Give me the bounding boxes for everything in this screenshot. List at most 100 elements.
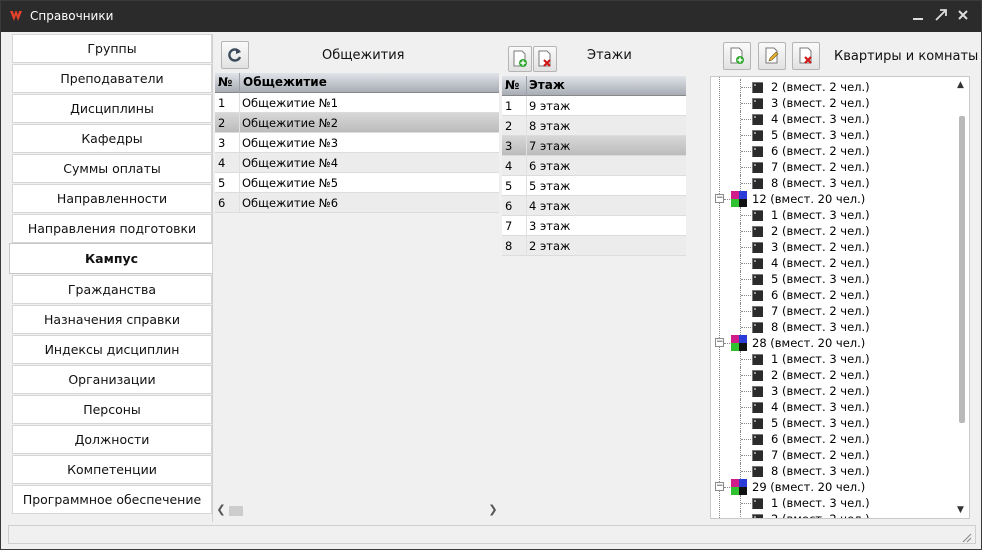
- resize-grip-icon[interactable]: [960, 531, 972, 543]
- room-label: 4 (вмест. 3 чел.): [771, 400, 870, 414]
- tree-room-node[interactable]: 3 (вмест. 2 чел.): [711, 383, 951, 399]
- room-icon: [752, 386, 763, 397]
- room-label: 5 (вмест. 3 чел.): [771, 416, 870, 430]
- table-row[interactable]: 2 Общежитие №2: [215, 113, 499, 133]
- tree-room-node[interactable]: 6 (вмест. 2 чел.): [711, 143, 951, 159]
- tree-room-node[interactable]: 8 (вмест. 3 чел.): [711, 319, 951, 335]
- room-label: 3 (вмест. 2 чел.): [771, 240, 870, 254]
- delete-room-button[interactable]: [792, 42, 820, 70]
- edit-room-button[interactable]: [758, 42, 786, 70]
- table-row[interactable]: 3 7 этаж: [502, 136, 686, 156]
- table-row[interactable]: 7 3 этаж: [502, 216, 686, 236]
- collapse-icon[interactable]: −: [715, 338, 724, 347]
- table-row[interactable]: 4 6 этаж: [502, 156, 686, 176]
- table-row[interactable]: 5 Общежитие №5: [215, 173, 499, 193]
- table-row[interactable]: 3 Общежитие №3: [215, 133, 499, 153]
- tree-guide-line: [741, 87, 751, 88]
- tree-room-node[interactable]: 3 (вмест. 2 чел.): [711, 95, 951, 111]
- room-icon: [752, 434, 763, 445]
- tree-room-node[interactable]: 6 (вмест. 2 чел.): [711, 287, 951, 303]
- rooms-tree[interactable]: 2 (вмест. 2 чел.) 3 (вмест. 2 чел.) 4 (вме…: [710, 76, 970, 519]
- column-header-floor[interactable]: Этаж: [529, 78, 565, 92]
- rooms-vertical-scrollbar[interactable]: ▲ ▼: [952, 76, 969, 519]
- tree-room-node[interactable]: 8 (вмест. 3 чел.): [711, 463, 951, 479]
- refresh-button[interactable]: [221, 41, 249, 69]
- scroll-right-icon[interactable]: ❯: [487, 503, 499, 517]
- title-bar[interactable]: Справочники: [1, 1, 981, 32]
- sidebar-item[interactable]: Персоны: [12, 395, 212, 424]
- add-floor-button[interactable]: [508, 46, 532, 72]
- sidebar-item[interactable]: Должности: [12, 425, 212, 454]
- sidebar-item[interactable]: Программное обеспечение: [12, 485, 212, 514]
- delete-floor-button[interactable]: [533, 46, 557, 72]
- sidebar-item[interactable]: Группы: [12, 34, 212, 63]
- scroll-thumb[interactable]: [959, 116, 965, 423]
- table-row[interactable]: 8 2 этаж: [502, 236, 686, 256]
- column-header-dorm[interactable]: Общежитие: [243, 75, 327, 89]
- tree-room-node[interactable]: 4 (вмест. 3 чел.): [711, 111, 951, 127]
- tree-guide-line: [741, 391, 751, 392]
- row-number: 2: [218, 116, 226, 130]
- column-header-number[interactable]: №: [218, 75, 232, 89]
- tree-room-node[interactable]: 2 (вмест. 2 чел.): [711, 223, 951, 239]
- tree-room-node[interactable]: 5 (вмест. 3 чел.): [711, 127, 951, 143]
- tree-room-node[interactable]: 1 (вмест. 3 чел.): [711, 351, 951, 367]
- sidebar-item[interactable]: Кафедры: [12, 124, 212, 153]
- row-number: 6: [218, 196, 226, 210]
- tree-room-node[interactable]: 3 (вмест. 2 чел.): [711, 239, 951, 255]
- tree-apartment-node[interactable]: − 28 (вмест. 20 чел.): [711, 335, 951, 351]
- table-row[interactable]: 4 Общежитие №4: [215, 153, 499, 173]
- dorm-name: Общежитие №3: [242, 136, 339, 150]
- collapse-icon[interactable]: −: [715, 194, 724, 203]
- room-label: 8 (вмест. 3 чел.): [771, 464, 870, 478]
- sidebar-item[interactable]: Суммы оплаты: [12, 154, 212, 183]
- tree-room-node[interactable]: 5 (вмест. 3 чел.): [711, 271, 951, 287]
- table-row[interactable]: 2 8 этаж: [502, 116, 686, 136]
- minimize-icon[interactable]: [909, 7, 927, 25]
- tree-room-node[interactable]: 7 (вмест. 2 чел.): [711, 447, 951, 463]
- sidebar-item[interactable]: Индексы дисциплин: [12, 335, 212, 364]
- sidebar-item[interactable]: Компетенции: [12, 455, 212, 484]
- collapse-icon[interactable]: −: [715, 482, 724, 491]
- tree-room-node[interactable]: 5 (вмест. 3 чел.): [711, 415, 951, 431]
- column-header-number[interactable]: №: [505, 78, 519, 92]
- table-row[interactable]: 1 9 этаж: [502, 96, 686, 116]
- tree-apartment-node[interactable]: − 29 (вмест. 20 чел.): [711, 479, 951, 495]
- tree-room-node[interactable]: 7 (вмест. 2 чел.): [711, 303, 951, 319]
- table-row[interactable]: 5 5 этаж: [502, 176, 686, 196]
- scroll-up-icon[interactable]: ▲: [955, 80, 966, 90]
- scroll-left-icon[interactable]: ❮: [215, 503, 227, 517]
- sidebar-item[interactable]: Организации: [12, 365, 212, 394]
- tree-room-node[interactable]: 2 (вмест. 2 чел.): [711, 79, 951, 95]
- table-row[interactable]: 6 Общежитие №6: [215, 193, 499, 213]
- table-row[interactable]: 1 Общежитие №1: [215, 93, 499, 113]
- dorms-horizontal-scrollbar[interactable]: ❮ ❯: [215, 503, 499, 517]
- add-room-button[interactable]: [723, 42, 751, 70]
- tree-guide-line: [724, 199, 730, 200]
- sidebar-item[interactable]: Гражданства: [12, 275, 212, 304]
- tree-room-node[interactable]: 6 (вмест. 2 чел.): [711, 431, 951, 447]
- tree-apartment-node[interactable]: − 12 (вмест. 20 чел.): [711, 191, 951, 207]
- sidebar-item[interactable]: Преподаватели: [12, 64, 212, 93]
- tree-room-node[interactable]: 7 (вмест. 2 чел.): [711, 159, 951, 175]
- tree-room-node[interactable]: 2 (вмест. 2 чел.): [711, 511, 951, 518]
- sidebar-item[interactable]: Кампус: [9, 243, 213, 274]
- room-label: 2 (вмест. 2 чел.): [771, 224, 870, 238]
- room-label: 8 (вмест. 3 чел.): [771, 320, 870, 334]
- tree-room-node[interactable]: 4 (вмест. 3 чел.): [711, 399, 951, 415]
- tree-room-node[interactable]: 1 (вмест. 3 чел.): [711, 207, 951, 223]
- close-icon[interactable]: [954, 7, 972, 25]
- scroll-thumb[interactable]: [229, 506, 243, 516]
- sidebar-item[interactable]: Направления подготовки: [12, 214, 212, 243]
- sidebar-item[interactable]: Дисциплины: [12, 94, 212, 123]
- sidebar-item[interactable]: Направленности: [12, 184, 212, 213]
- tree-room-node[interactable]: 1 (вмест. 3 чел.): [711, 495, 951, 511]
- tree-room-node[interactable]: 4 (вмест. 2 чел.): [711, 255, 951, 271]
- sidebar-item[interactable]: Назначения справки: [12, 305, 212, 334]
- tree-room-node[interactable]: 8 (вмест. 3 чел.): [711, 175, 951, 191]
- room-label: 3 (вмест. 2 чел.): [771, 96, 870, 110]
- tree-room-node[interactable]: 2 (вмест. 2 чел.): [711, 367, 951, 383]
- maximize-icon[interactable]: [932, 7, 950, 25]
- scroll-down-icon[interactable]: ▼: [955, 505, 966, 515]
- table-row[interactable]: 6 4 этаж: [502, 196, 686, 216]
